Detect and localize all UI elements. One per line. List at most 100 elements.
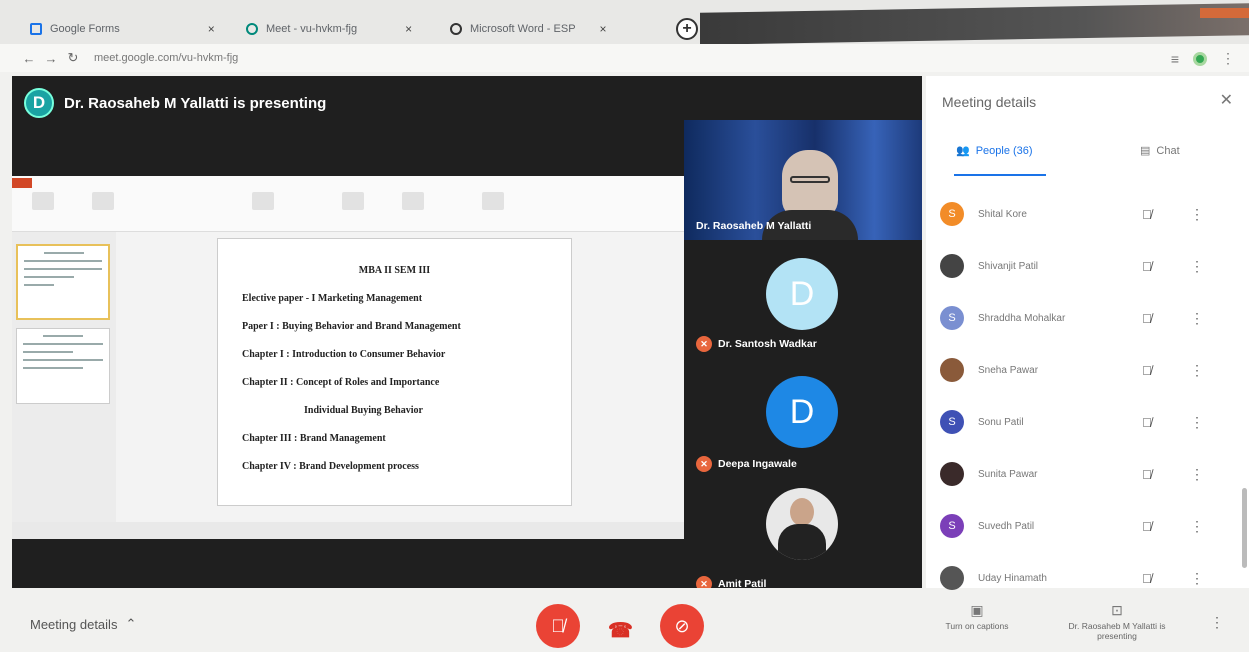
url-field[interactable]: meet.google.com/vu-hvkm-fjg xyxy=(94,52,238,64)
close-icon[interactable]: ✕ xyxy=(1220,90,1233,110)
participant-tile[interactable]: ✕ Amit Patil xyxy=(684,480,922,588)
powerpoint-icon xyxy=(12,178,32,188)
slide-line: Individual Buying Behavior xyxy=(304,405,423,416)
more-vert-icon[interactable]: ⋮ xyxy=(1190,310,1204,327)
mic-toggle-button[interactable]: 🎙̸ xyxy=(536,604,580,648)
forward-icon[interactable]: → xyxy=(40,51,62,66)
chevron-up-icon: ⌃ xyxy=(125,616,137,631)
mic-off-icon[interactable]: 🎙̸ xyxy=(1142,259,1152,274)
slide-thumbnail xyxy=(16,328,110,404)
avatar xyxy=(940,462,964,486)
presenting-text: Dr. Raosaheb M Yallatti is presenting xyxy=(64,94,327,112)
list-item[interactable]: S Suvedh Patil 🎙̸ ⋮ xyxy=(926,500,1249,552)
back-icon[interactable]: ← xyxy=(18,51,40,66)
list-item[interactable]: Sneha Pawar 🎙̸ ⋮ xyxy=(926,344,1249,396)
more-vert-icon[interactable]: ⋮ xyxy=(1190,362,1204,379)
active-tab-indicator xyxy=(954,174,1046,176)
new-tab-button[interactable]: + xyxy=(676,18,698,40)
ppt-ribbon xyxy=(12,176,684,232)
more-vert-icon[interactable]: ⋮ xyxy=(1190,466,1204,483)
mic-off-icon[interactable]: 🎙̸ xyxy=(1142,415,1152,430)
avatar: S xyxy=(940,306,964,330)
meeting-details-button[interactable]: Meeting details ⌃ xyxy=(30,616,136,632)
avatar: S xyxy=(940,410,964,434)
slide-line: Chapter I : Introduction to Consumer Beh… xyxy=(242,349,446,360)
participant-name: ✕ Amit Patil xyxy=(696,576,766,588)
tab-title: Microsoft Word - ESP xyxy=(470,23,576,35)
more-vert-icon[interactable]: ⋮ xyxy=(1190,570,1204,587)
hang-up-button[interactable]: ☎ xyxy=(608,618,633,643)
mic-off-icon[interactable]: 🎙̸ xyxy=(1142,311,1152,326)
more-vert-icon[interactable]: ⋮ xyxy=(1190,414,1204,431)
meeting-details-panel: Meeting details ✕ 👥 People (36) ▤ Chat S… xyxy=(926,76,1249,590)
more-vert-icon[interactable]: ⋮ xyxy=(1190,518,1204,535)
participant-name: ✕ Deepa Ingawale xyxy=(696,456,797,472)
browser-tab-google-forms[interactable]: Google Forms × xyxy=(20,14,225,44)
captions-button[interactable]: ▣ Turn on captions xyxy=(922,602,1032,631)
close-icon[interactable]: × xyxy=(600,22,607,36)
panel-scrollbar[interactable] xyxy=(1242,488,1247,568)
tab-chat[interactable]: ▤ Chat xyxy=(1140,144,1180,158)
more-vert-icon[interactable]: ⋮ xyxy=(1221,50,1235,67)
participant-avatar: D xyxy=(766,258,838,330)
address-bar: ← → ↻ meet.google.com/vu-hvkm-fjg xyxy=(0,44,1249,72)
mic-off-icon: ✕ xyxy=(696,576,712,588)
shared-screen: MBA II SEM III Elective paper - I Market… xyxy=(12,176,684,539)
mic-off-icon[interactable]: 🎙̸ xyxy=(1142,207,1152,222)
ribbon-button xyxy=(252,192,274,210)
tab-title: Google Forms xyxy=(50,23,120,35)
window-accent xyxy=(1200,8,1249,18)
presentation-slide: MBA II SEM III Elective paper - I Market… xyxy=(217,238,572,506)
slide-title: MBA II SEM III xyxy=(358,265,431,276)
list-item[interactable]: S Shraddha Mohalkar 🎙̸ ⋮ xyxy=(926,292,1249,344)
more-vert-icon[interactable]: ⋮ xyxy=(1210,614,1224,631)
presenting-header: D Dr. Raosaheb M Yallatti is presenting xyxy=(24,88,326,118)
participant-tile[interactable]: D ✕ Deepa Ingawale xyxy=(684,360,922,480)
ribbon-button xyxy=(92,192,114,210)
list-item[interactable]: Sunita Pawar 🎙̸ ⋮ xyxy=(926,448,1249,500)
ribbon-button xyxy=(32,192,54,210)
participant-tile[interactable]: D ✕ Dr. Santosh Wadkar xyxy=(684,240,922,360)
people-icon: 👥 xyxy=(956,145,970,157)
mic-off-icon[interactable]: 🎙̸ xyxy=(1142,571,1152,586)
mic-off-icon[interactable]: 🎙̸ xyxy=(1142,363,1152,378)
tab-people[interactable]: 👥 People (36) xyxy=(956,144,1033,158)
close-icon[interactable]: × xyxy=(208,22,215,36)
slide-line: Paper I : Buying Behavior and Brand Mana… xyxy=(242,321,461,332)
browser-extensions: ≡ ⋮ xyxy=(1171,50,1235,67)
mic-off-icon[interactable]: 🎙̸ xyxy=(1142,467,1152,482)
mic-off-icon[interactable]: 🎙̸ xyxy=(1142,519,1152,534)
mic-off-icon: ✕ xyxy=(696,456,712,472)
slide-line: Elective paper - I Marketing Management xyxy=(242,293,423,304)
more-vert-icon[interactable]: ⋮ xyxy=(1190,206,1204,223)
ribbon-button xyxy=(342,192,364,210)
present-status-button[interactable]: ⊡ Dr. Raosaheb M Yallatti is presenting xyxy=(1062,602,1172,641)
extensions-menu-icon[interactable]: ≡ xyxy=(1171,51,1179,67)
person-name: Uday Hinamath xyxy=(978,572,1047,584)
window-frame xyxy=(700,3,1249,45)
participant-name: Dr. Raosaheb M Yallatti xyxy=(696,220,812,232)
list-item[interactable]: S Shital Kore 🎙̸ ⋮ xyxy=(926,188,1249,240)
more-vert-icon[interactable]: ⋮ xyxy=(1190,258,1204,275)
slide-thumbnail xyxy=(16,244,110,320)
participant-tile[interactable]: Dr. Raosaheb M Yallatti xyxy=(684,120,922,240)
participant-photo xyxy=(766,488,838,560)
avatar xyxy=(940,254,964,278)
person-name: Shraddha Mohalkar xyxy=(978,312,1066,324)
ribbon-button xyxy=(482,192,504,210)
reload-icon[interactable]: ↻ xyxy=(62,50,84,66)
globe-icon xyxy=(450,23,462,35)
slide-line: Chapter IV : Brand Development process xyxy=(242,461,419,472)
list-item[interactable]: Shivanjit Patil 🎙̸ ⋮ xyxy=(926,240,1249,292)
chat-icon: ▤ xyxy=(1140,145,1151,157)
close-icon[interactable]: × xyxy=(405,22,412,36)
browser-tab-meet[interactable]: Meet - vu-hvkm-fjg × xyxy=(236,14,422,44)
participant-tiles: Dr. Raosaheb M Yallatti D ✕ Dr. Santosh … xyxy=(684,120,922,588)
list-item[interactable]: S Sonu Patil 🎙̸ ⋮ xyxy=(926,396,1249,448)
camera-toggle-button[interactable]: ⊘ xyxy=(660,604,704,648)
browser-tab-word[interactable]: Microsoft Word - ESP × xyxy=(440,14,617,44)
person-name: Shital Kore xyxy=(978,208,1027,220)
profile-icon[interactable] xyxy=(1193,51,1207,66)
tab-title: Meet - vu-hvkm-fjg xyxy=(266,23,358,35)
mic-off-icon: ✕ xyxy=(696,336,712,352)
